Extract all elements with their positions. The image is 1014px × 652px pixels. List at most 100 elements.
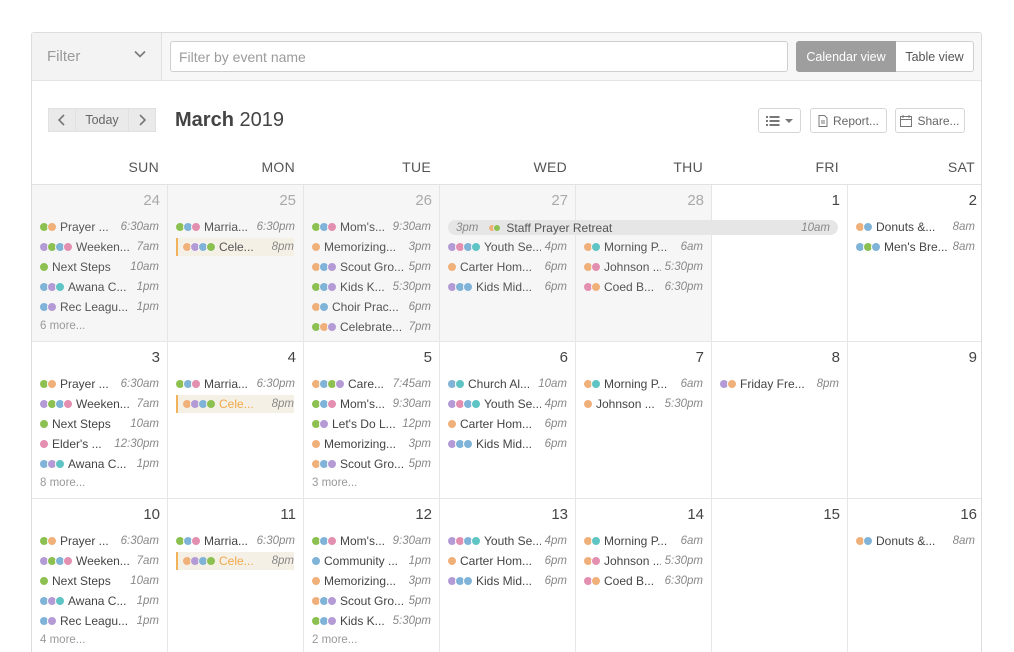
calendar-event[interactable]: Community ... 1pm — [311, 552, 431, 570]
calendar-event[interactable]: Johnson ... 5:30pm — [583, 395, 703, 413]
calendar-event[interactable]: Morning P... 6am — [583, 532, 703, 550]
day-cell-5[interactable]: 5 Care... 7:45am Mom's... 9:30am Let's Do L..… — [304, 342, 440, 499]
calendar-event[interactable]: Weeken... 7am — [39, 552, 159, 570]
day-cell-16[interactable]: 16 Donuts &... 8am — [848, 499, 981, 652]
calendar-event[interactable]: Johnson ... 5:30pm — [583, 552, 703, 570]
calendar-event[interactable]: Donuts &... 8am — [855, 218, 975, 236]
calendar-event[interactable]: Cele... 8pm — [176, 238, 294, 256]
calendar-event[interactable]: Youth Se... 4pm — [447, 395, 567, 413]
day-cell-24[interactable]: 24 Prayer ... 6:30am Weeken... 7am Next Steps… — [32, 185, 168, 342]
day-cell-8[interactable]: 8 Friday Fre... 8pm — [712, 342, 848, 499]
table-view-button[interactable]: Table view — [896, 41, 974, 72]
calendar-event[interactable]: Friday Fre... 8pm — [719, 375, 839, 393]
calendar-event[interactable]: Church Al... 10am — [447, 375, 567, 393]
more-events-link[interactable]: 6 more... — [40, 320, 85, 332]
event-time: 4pm — [544, 241, 567, 253]
share-button[interactable]: Share... — [895, 108, 965, 133]
calendar-event[interactable]: Marria... 6:30pm — [175, 218, 295, 236]
day-cell-2[interactable]: 2 Donuts &... 8am Men's Bre... 8am — [848, 185, 981, 342]
calendar-event[interactable]: Care... 7:45am — [311, 375, 431, 393]
calendar-event[interactable]: Awana C... 1pm — [39, 455, 159, 473]
day-cell-15[interactable]: 15 — [712, 499, 848, 652]
calendar-event[interactable]: Cele... 8pm — [176, 552, 294, 570]
calendar-event[interactable]: Elder's ... 12:30pm — [39, 435, 159, 453]
calendar-event[interactable]: Weeken... 7am — [39, 395, 159, 413]
day-cell-13[interactable]: 13 Youth Se... 4pm Carter Hom... 6pm Kids Mid… — [440, 499, 576, 652]
more-events-link[interactable]: 8 more... — [40, 477, 85, 489]
calendar-event[interactable]: Prayer ... 6:30am — [39, 532, 159, 550]
day-cell-4[interactable]: 4 Marria... 6:30pm Cele... 8pm — [168, 342, 304, 499]
calendar-event[interactable]: Celebrate... 7pm — [311, 318, 431, 336]
day-cell-9[interactable]: 9 — [848, 342, 981, 499]
day-cell-12[interactable]: 12 Mom's... 9:30am Community ... 1pm Memorizi… — [304, 499, 440, 652]
calendar-event[interactable]: Choir Prac... 6pm — [311, 298, 431, 316]
calendar-event[interactable]: Marria... 6:30pm — [175, 375, 295, 393]
prev-month-button[interactable] — [48, 108, 76, 132]
multi-day-event-staff-prayer-retreat[interactable]: 3pm Staff Prayer Retreat 10am — [448, 220, 838, 235]
calendar-event[interactable]: Marria... 6:30pm — [175, 532, 295, 550]
event-name-filter-input[interactable] — [170, 41, 788, 72]
report-button[interactable]: Report... — [810, 108, 887, 133]
calendar-event[interactable]: Johnson ... 5:30pm — [583, 258, 703, 276]
calendar-event[interactable]: Kids K... 5:30pm — [311, 612, 431, 630]
calendar-event[interactable]: Coed B... 6:30pm — [583, 278, 703, 296]
calendar-event[interactable]: Kids Mid... 6pm — [447, 435, 567, 453]
more-events-link[interactable]: 4 more... — [40, 634, 85, 646]
calendar-event[interactable]: Awana C... 1pm — [39, 592, 159, 610]
calendar-event[interactable]: Weeken... 7am — [39, 238, 159, 256]
calendar-event[interactable]: Prayer ... 6:30am — [39, 218, 159, 236]
calendar-event[interactable]: Memorizing... 3pm — [311, 435, 431, 453]
calendar-event[interactable]: Scout Gro... 5pm — [311, 455, 431, 473]
day-cell-26[interactable]: 26 Mom's... 9:30am Memorizing... 3pm Scout Gr… — [304, 185, 440, 342]
calendar-event[interactable]: Carter Hom... 6pm — [447, 552, 567, 570]
day-cell-10[interactable]: 10 Prayer ... 6:30am Weeken... 7am Next Steps… — [32, 499, 168, 652]
calendar-event[interactable]: Carter Hom... 6pm — [447, 258, 567, 276]
filter-bar: Filter Calendar view Table view — [32, 33, 981, 81]
calendar-event[interactable]: Mom's... 9:30am — [311, 218, 431, 236]
calendar-event[interactable]: Men's Bre... 8am — [855, 238, 975, 256]
today-button[interactable]: Today — [76, 108, 128, 132]
calendar-event[interactable]: Prayer ... 6:30am — [39, 375, 159, 393]
calendar-event[interactable]: Carter Hom... 6pm — [447, 415, 567, 433]
calendar-event[interactable]: Kids Mid... 6pm — [447, 572, 567, 590]
day-cell-28[interactable]: 28 Morning P... 6am Johnson ... 5:30pm Coed B… — [576, 185, 712, 342]
calendar-event[interactable]: Rec Leagu... 1pm — [39, 298, 159, 316]
calendar-view-button[interactable]: Calendar view — [796, 41, 896, 72]
calendar-event[interactable]: Cele... 8pm — [176, 395, 294, 413]
calendar-event[interactable]: Youth Se... 4pm — [447, 238, 567, 256]
event-category-dots — [447, 536, 481, 546]
day-cell-25[interactable]: 25 Marria... 6:30pm Cele... 8pm — [168, 185, 304, 342]
day-cell-27[interactable]: 27 Youth Se... 4pm Carter Hom... 6pm Kids Mid… — [440, 185, 576, 342]
day-cell-7[interactable]: 7 Morning P... 6am Johnson ... 5:30pm — [576, 342, 712, 499]
day-cell-1[interactable]: 1 — [712, 185, 848, 342]
calendar-event[interactable]: Next Steps 10am — [39, 258, 159, 276]
calendar-event[interactable]: Next Steps 10am — [39, 572, 159, 590]
calendar-event[interactable]: Scout Gro... 5pm — [311, 258, 431, 276]
calendar-event[interactable]: Coed B... 6:30pm — [583, 572, 703, 590]
day-cell-11[interactable]: 11 Marria... 6:30pm Cele... 8pm — [168, 499, 304, 652]
calendar-event[interactable]: Donuts &... 8am — [855, 532, 975, 550]
day-cell-14[interactable]: 14 Morning P... 6am Johnson ... 5:30pm Coed B… — [576, 499, 712, 652]
calendar-event[interactable]: Mom's... 9:30am — [311, 532, 431, 550]
calendar-event[interactable]: Memorizing... 3pm — [311, 238, 431, 256]
calendar-event[interactable]: Rec Leagu... 1pm — [39, 612, 159, 630]
calendar-event[interactable]: Let's Do L... 12pm — [311, 415, 431, 433]
event-category-dots — [39, 379, 57, 389]
day-cell-6[interactable]: 6 Church Al... 10am Youth Se... 4pm Carter Ho… — [440, 342, 576, 499]
calendar-event[interactable]: Kids K... 5:30pm — [311, 278, 431, 296]
calendar-event[interactable]: Scout Gro... 5pm — [311, 592, 431, 610]
calendar-event[interactable]: Memorizing... 3pm — [311, 572, 431, 590]
calendar-event[interactable]: Mom's... 9:30am — [311, 395, 431, 413]
list-options-button[interactable] — [758, 108, 801, 133]
more-events-link[interactable]: 3 more... — [312, 477, 357, 489]
day-cell-3[interactable]: 3 Prayer ... 6:30am Weeken... 7am Next Steps 1… — [32, 342, 168, 499]
more-events-link[interactable]: 2 more... — [312, 634, 357, 646]
filter-dropdown[interactable]: Filter — [32, 33, 162, 80]
calendar-event[interactable]: Awana C... 1pm — [39, 278, 159, 296]
calendar-event[interactable]: Morning P... 6am — [583, 238, 703, 256]
calendar-event[interactable]: Morning P... 6am — [583, 375, 703, 393]
calendar-event[interactable]: Kids Mid... 6pm — [447, 278, 567, 296]
next-month-button[interactable] — [128, 108, 156, 132]
calendar-event[interactable]: Next Steps 10am — [39, 415, 159, 433]
calendar-event[interactable]: Youth Se... 4pm — [447, 532, 567, 550]
